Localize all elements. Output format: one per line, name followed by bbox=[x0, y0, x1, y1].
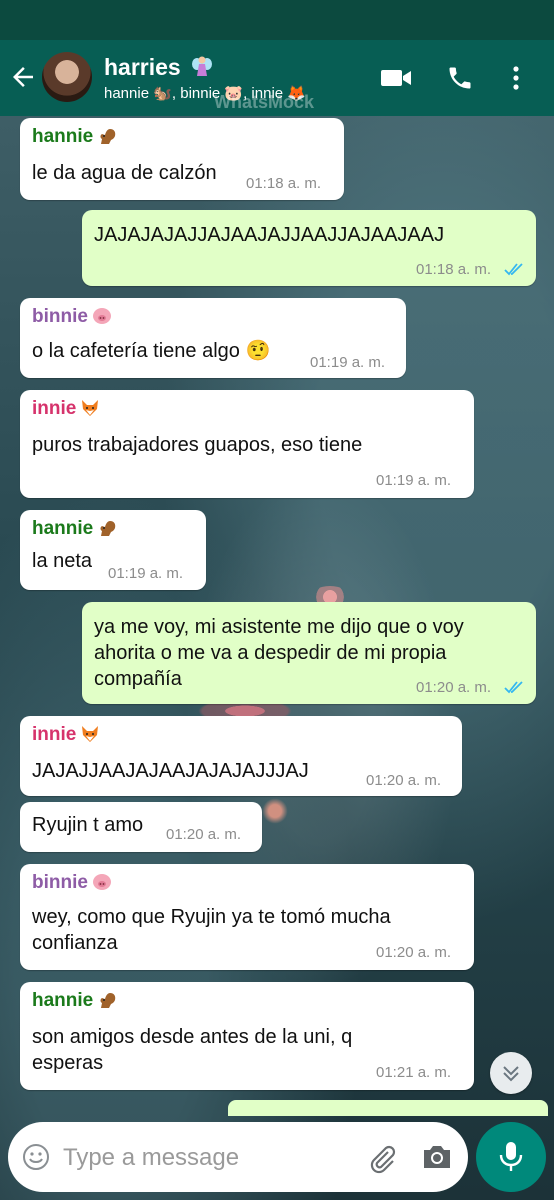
message-text: compañía bbox=[94, 668, 182, 690]
pig-icon bbox=[92, 308, 111, 324]
sender-name: innie bbox=[32, 398, 100, 420]
video-call-icon[interactable] bbox=[380, 64, 412, 92]
message-input[interactable]: Type a message bbox=[63, 1144, 239, 1172]
message-text: wey, como que Ryujin ya te tomó mucha bbox=[32, 906, 391, 928]
message-text: Ryujin t amo bbox=[32, 814, 144, 836]
squirrel-icon bbox=[100, 129, 116, 144]
message-bubble[interactable]: Ryujin t amo 01:20 a. m. bbox=[20, 802, 262, 852]
read-receipt-icon bbox=[504, 263, 523, 276]
chat-header: harries hannie 🐿️, binnie 🐷, innie 🦊 Wha… bbox=[0, 40, 554, 116]
more-options-icon[interactable] bbox=[506, 64, 526, 92]
message-bubble[interactable]: hannie son amigos desde antes de la uni,… bbox=[20, 982, 474, 1090]
chat-title-text: harries bbox=[104, 54, 181, 80]
fox-icon bbox=[82, 726, 99, 742]
sender-name: innie bbox=[32, 724, 100, 746]
message-bubble[interactable]: binnie o la cafetería tiene algo 🤨 01:19… bbox=[20, 298, 406, 378]
camera-icon[interactable] bbox=[421, 1143, 453, 1171]
message-text: ya me voy, mi asistente me dijo que o vo… bbox=[94, 616, 464, 638]
sender-name-text: hannie bbox=[32, 126, 94, 147]
message-time: 01:21 a. m. bbox=[376, 1064, 452, 1081]
message-text: le da agua de calzón bbox=[32, 162, 217, 184]
message-text: JAJAJAJAJJAJAAJAJJAAJJAJAAJAAJ bbox=[94, 224, 445, 246]
message-time: 01:18 a. m. bbox=[416, 261, 492, 278]
sender-name: hannie bbox=[32, 518, 117, 540]
sender-name: binnie bbox=[32, 306, 112, 328]
chat-area[interactable]: hannie le da agua de calzón 01:18 a. m. … bbox=[0, 116, 554, 1200]
message-bubble[interactable]: ya me voy, mi asistente me dijo que o vo… bbox=[82, 602, 536, 704]
message-input-bar[interactable]: Type a message bbox=[8, 1122, 468, 1192]
message-time: 01:20 a. m. bbox=[366, 772, 442, 789]
sender-name: hannie bbox=[32, 990, 117, 1012]
message-bubble[interactable]: hannie la neta 01:19 a. m. bbox=[20, 510, 206, 590]
voice-message-button[interactable] bbox=[476, 1122, 546, 1192]
message-time: 01:19 a. m. bbox=[310, 354, 386, 371]
message-text: esperas bbox=[32, 1052, 104, 1074]
message-bubble[interactable]: innie puros trabajadores guapos, eso tie… bbox=[20, 390, 474, 498]
emoji-icon[interactable] bbox=[22, 1143, 50, 1171]
squirrel-icon bbox=[100, 993, 116, 1008]
pig-icon bbox=[92, 874, 111, 890]
watermark: WhatsMock bbox=[214, 92, 315, 112]
message-time: 01:19 a. m. bbox=[108, 565, 184, 582]
group-avatar[interactable] bbox=[42, 52, 92, 102]
message-time: 01:20 a. m. bbox=[166, 826, 242, 843]
sender-name-text: innie bbox=[32, 398, 77, 419]
message-text: ahorita o me va a despedir de mi propia bbox=[94, 642, 447, 664]
squirrel-icon bbox=[100, 521, 116, 536]
message-bubble[interactable]: binnie wey, como que Ryujin ya te tomó m… bbox=[20, 864, 474, 970]
double-chevron-down-icon bbox=[503, 1066, 519, 1082]
fairy-icon bbox=[192, 56, 213, 76]
message-time: 01:19 a. m. bbox=[376, 472, 452, 489]
chat-title[interactable]: harries bbox=[104, 54, 213, 81]
microphone-icon bbox=[499, 1142, 523, 1171]
sender-name: binnie bbox=[32, 872, 112, 894]
sender-name-text: innie bbox=[32, 724, 77, 745]
sender-name-text: binnie bbox=[32, 306, 88, 327]
attachment-icon[interactable] bbox=[366, 1142, 398, 1174]
scroll-to-bottom-button[interactable] bbox=[490, 1052, 532, 1094]
read-receipt-icon bbox=[504, 681, 523, 694]
message-text: confianza bbox=[32, 932, 118, 954]
sender-name-text: hannie bbox=[32, 990, 94, 1011]
back-arrow-icon[interactable] bbox=[8, 62, 38, 92]
fox-icon bbox=[82, 400, 99, 416]
message-text: puros trabajadores guapos, eso tiene bbox=[32, 434, 363, 456]
wallpaper-flower bbox=[260, 796, 290, 826]
sender-name: hannie bbox=[32, 126, 117, 148]
phone-call-icon[interactable] bbox=[444, 64, 476, 92]
message-text: son amigos desde antes de la uni, q bbox=[32, 1026, 353, 1048]
message-time: 01:20 a. m. bbox=[376, 944, 452, 961]
message-time: 01:20 a. m. bbox=[416, 679, 492, 696]
message-text: o la cafetería tiene algo 🤨 bbox=[32, 340, 271, 362]
status-bar bbox=[0, 0, 554, 40]
message-bubble-partial bbox=[228, 1100, 548, 1116]
message-bubble[interactable]: JAJAJAJAJJAJAAJAJJAAJJAJAAJAAJ 01:18 a. … bbox=[82, 210, 536, 286]
sender-name-text: hannie bbox=[32, 518, 94, 539]
message-bubble[interactable]: innie JAJAJJAAJAJAAJAJAJAJJJAJ 01:20 a. … bbox=[20, 716, 462, 796]
message-text: la neta bbox=[32, 550, 93, 572]
sender-name-text: binnie bbox=[32, 872, 88, 893]
message-text: JAJAJJAAJAJAAJAJAJAJJJAJ bbox=[32, 760, 309, 782]
message-bubble[interactable]: hannie le da agua de calzón 01:18 a. m. bbox=[20, 118, 344, 200]
message-time: 01:18 a. m. bbox=[246, 175, 322, 192]
